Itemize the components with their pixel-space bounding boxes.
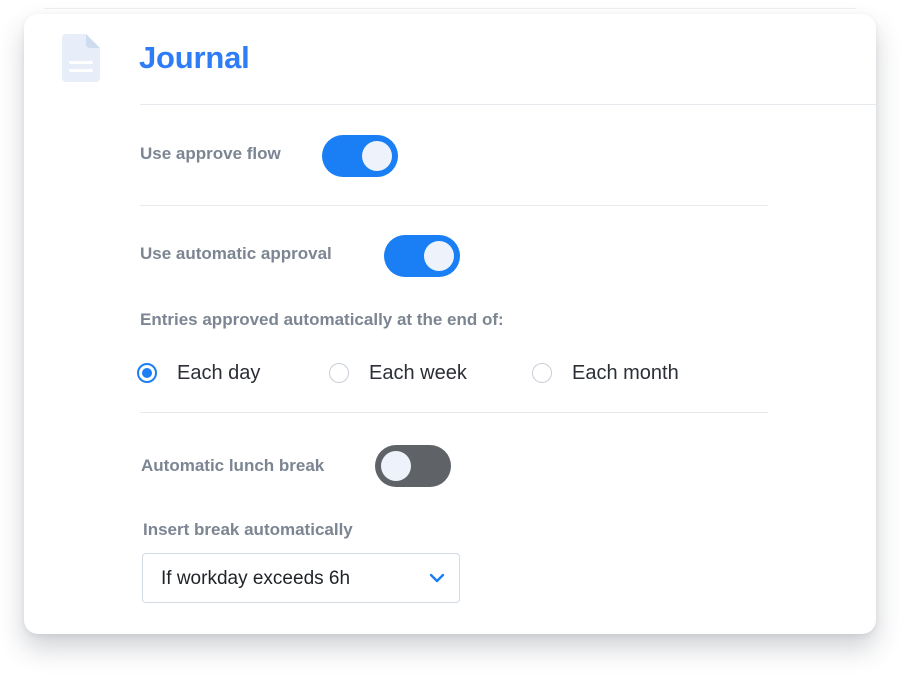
lunch-break-label: Automatic lunch break — [141, 456, 325, 475]
approve-flow-label: Use approve flow — [140, 144, 281, 163]
toggle-knob — [424, 241, 454, 271]
select-value: If workday exceeds 6h — [161, 568, 351, 589]
radio-unchecked-icon — [329, 363, 349, 383]
break-rule-select[interactable]: If workday exceeds 6h — [142, 553, 460, 603]
radio-checked-icon — [137, 363, 157, 383]
insert-break-label: Insert break automatically — [143, 520, 353, 539]
top-divider — [44, 8, 856, 9]
radio-each-month[interactable]: Each month — [532, 360, 679, 386]
header-divider — [140, 104, 876, 105]
radio-unchecked-icon — [532, 363, 552, 383]
entries-approved-label: Entries approved automatically at the en… — [140, 310, 504, 329]
toggle-knob — [362, 141, 392, 171]
section-divider — [140, 412, 768, 413]
toggle-knob — [381, 451, 411, 481]
automatic-approval-toggle[interactable] — [384, 235, 460, 277]
radio-label: Each month — [572, 361, 679, 384]
lunch-break-toggle[interactable] — [375, 445, 451, 487]
journal-settings-card: Journal Use approve flow Use automatic a… — [24, 14, 876, 634]
automatic-approval-label: Use automatic approval — [140, 244, 332, 263]
chevron-down-icon — [429, 573, 445, 583]
radio-each-week[interactable]: Each week — [329, 360, 467, 386]
radio-label: Each week — [369, 361, 467, 384]
radio-each-day[interactable]: Each day — [137, 360, 260, 386]
approve-flow-toggle[interactable] — [322, 135, 398, 177]
radio-label: Each day — [177, 361, 261, 384]
page-title: Journal — [139, 40, 250, 75]
section-divider — [140, 205, 768, 206]
document-icon — [62, 34, 100, 82]
